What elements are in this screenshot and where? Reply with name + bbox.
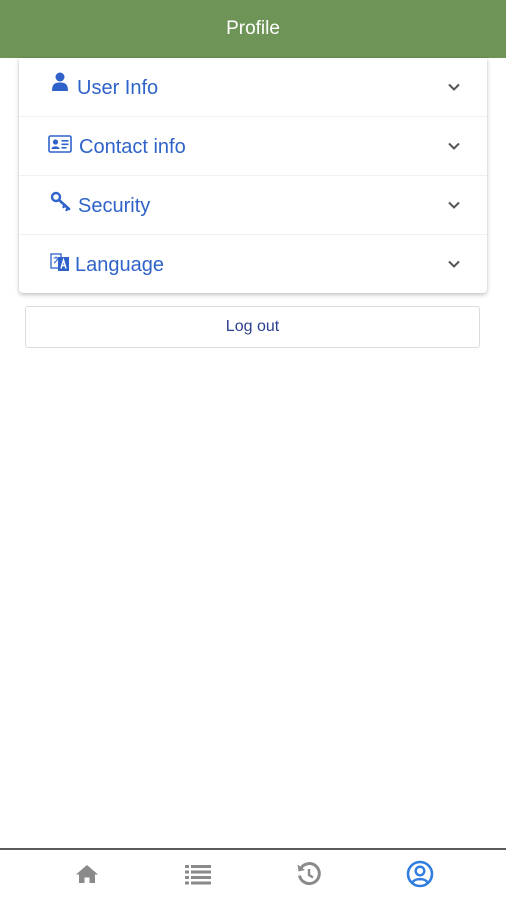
- list-icon: [184, 863, 212, 890]
- accordion-item-security[interactable]: Security: [19, 176, 487, 235]
- tab-home[interactable]: [73, 862, 101, 890]
- accordion-label: User Info: [77, 77, 159, 99]
- user-icon: [52, 72, 68, 92]
- id-card-icon: [48, 135, 72, 153]
- translate-icon: [50, 252, 70, 272]
- accordion-item-language[interactable]: Language: [19, 235, 487, 293]
- profile-accordion: User Info Contact info Security Language: [19, 58, 487, 293]
- logout-button[interactable]: Log out: [25, 306, 480, 348]
- logout-label: Log out: [225, 318, 280, 335]
- chevron-down-icon: [447, 198, 461, 212]
- bottom-tab-bar: [0, 848, 506, 900]
- accordion-item-user-info[interactable]: User Info: [19, 58, 487, 117]
- app-header: Profile: [0, 0, 506, 58]
- tab-profile[interactable]: [406, 860, 434, 893]
- chevron-down-icon: [447, 257, 461, 271]
- profile-screen: Profile User Info Contact info Security …: [0, 0, 506, 900]
- accordion-label: Language: [75, 254, 164, 276]
- chevron-down-icon: [447, 80, 461, 94]
- account-icon: [406, 860, 434, 893]
- key-icon: [50, 191, 72, 213]
- accordion-item-contact-info[interactable]: Contact info: [19, 117, 487, 176]
- accordion-label: Security: [78, 195, 151, 217]
- tab-list[interactable]: [184, 862, 212, 890]
- accordion-label: Contact info: [79, 136, 186, 158]
- chevron-down-icon: [447, 139, 461, 153]
- tab-history[interactable]: [295, 861, 323, 892]
- history-icon: [296, 861, 322, 892]
- page-title: Profile: [226, 18, 280, 39]
- home-icon: [74, 863, 100, 890]
